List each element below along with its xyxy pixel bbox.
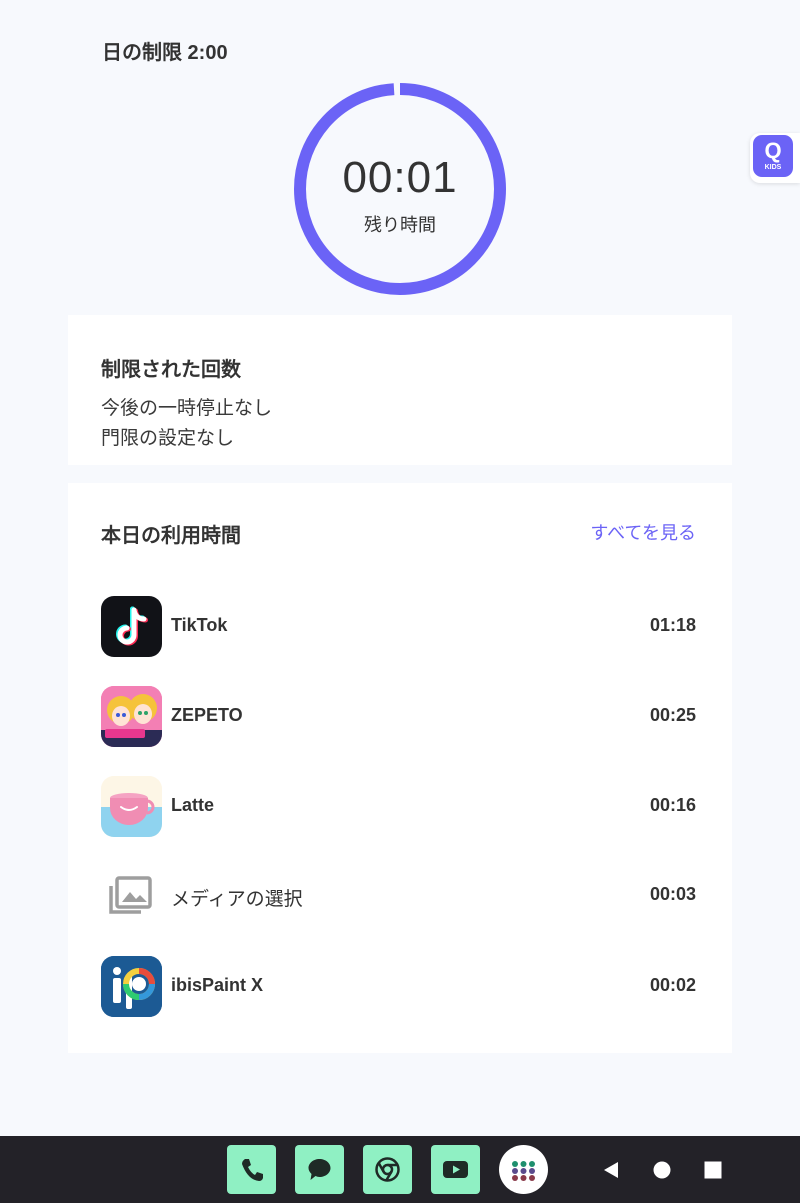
kids-logo-letter: Q [764, 138, 782, 163]
home-icon[interactable] [652, 1160, 672, 1180]
curfew-status: 門限の設定なし [101, 428, 235, 449]
app-usage-time: 00:02 [649, 975, 696, 995]
usage-card: 本日の利用時間 すべてを見る TikTok 01:18 ZEPETO 00:25… [68, 483, 732, 1053]
youtube-icon [443, 1161, 468, 1178]
messages-dock-button[interactable] [295, 1145, 344, 1194]
remaining-time-value: 00:01 [342, 153, 458, 202]
app-usage-time: 00:03 [649, 884, 696, 904]
phone-icon [242, 1159, 263, 1181]
app-name: ibisPaint X [171, 975, 264, 995]
kids-logo-label: KIDS [764, 164, 782, 171]
back-icon[interactable] [601, 1160, 621, 1180]
latte-icon [101, 776, 162, 837]
restrictions-title: 制限された回数 [101, 359, 241, 381]
messages-icon [308, 1159, 331, 1180]
app-usage-time: 00:16 [649, 795, 696, 815]
chrome-icon [375, 1157, 400, 1182]
app-usage-time: 01:18 [649, 615, 696, 635]
app-name: Latte [171, 795, 215, 815]
remaining-time-ring: 00:01 残り時間 [294, 83, 506, 295]
remaining-time-label: 残り時間 [364, 215, 436, 235]
kids-app-badge[interactable]: Q KIDS [750, 133, 800, 183]
app-row-zepeto[interactable]: ZEPETO 00:25 [68, 686, 732, 748]
pause-status: 今後の一時停止なし [101, 398, 273, 419]
recents-icon[interactable] [703, 1160, 723, 1180]
ibispaint-icon [101, 956, 162, 1017]
daily-limit-label: 日の制限 2:00 [102, 42, 228, 64]
app-usage-time: 00:25 [649, 705, 696, 725]
media-picker-icon [101, 865, 162, 926]
zepeto-icon [101, 686, 162, 747]
app-row-latte[interactable]: Latte 00:16 [68, 776, 732, 838]
phone-dock-button[interactable] [227, 1145, 276, 1194]
app-name: TikTok [171, 615, 228, 635]
system-nav-bar [0, 1136, 800, 1203]
youtube-dock-button[interactable] [431, 1145, 480, 1194]
chrome-dock-button[interactable] [363, 1145, 412, 1194]
app-name: ZEPETO [171, 705, 243, 725]
usage-title: 本日の利用時間 [101, 525, 241, 547]
app-drawer-icon [512, 1161, 535, 1181]
app-row-ibispaint[interactable]: ibisPaint X 00:02 [68, 956, 732, 1018]
app-row-media-picker[interactable]: メディアの選択 00:03 [68, 865, 732, 927]
see-all-link[interactable]: すべてを見る [590, 519, 696, 545]
app-row-tiktok[interactable]: TikTok 01:18 [68, 596, 732, 658]
kids-logo-icon: Q KIDS [753, 135, 793, 177]
app-drawer-button[interactable] [499, 1145, 548, 1194]
app-name: メディアの選択 [171, 889, 303, 910]
tiktok-icon [101, 596, 162, 657]
restrictions-card[interactable]: 制限された回数 今後の一時停止なし 門限の設定なし [68, 315, 732, 465]
